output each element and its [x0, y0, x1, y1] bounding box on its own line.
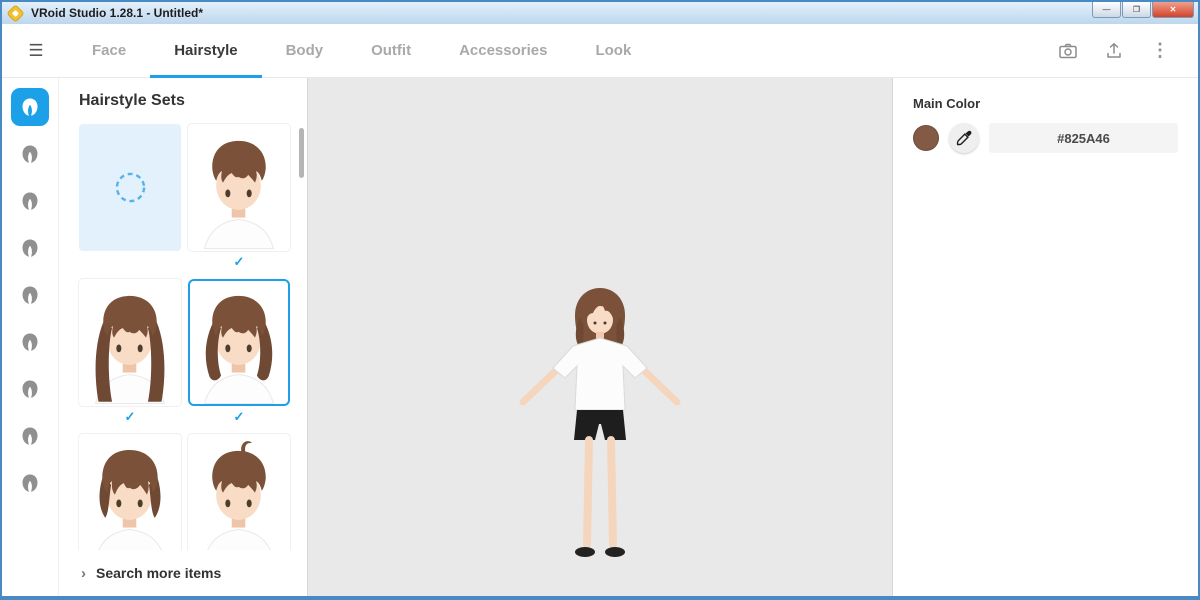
color-hex-field[interactable]: #825A46 — [989, 123, 1178, 153]
rail-item-4[interactable] — [11, 229, 49, 267]
rail-item-6[interactable] — [11, 323, 49, 361]
hairstyle-cell-long: ✓ — [79, 279, 181, 428]
hair-icon — [19, 425, 41, 447]
tab-face[interactable]: Face — [68, 24, 150, 77]
hairstyle-thumb-short[interactable] — [188, 124, 290, 251]
vroid-logo-icon — [8, 5, 24, 21]
color-panel: Main Color #825A46 — [892, 78, 1198, 596]
hairstyle-preview-image — [190, 126, 288, 249]
hair-icon — [19, 190, 41, 212]
tab-look[interactable]: Look — [571, 24, 655, 77]
app-window: VRoid Studio 1.28.1 - Untitled* — ❐ ✕ ☰ … — [0, 0, 1200, 600]
hair-icon — [19, 237, 41, 259]
hairstyle-thumb-wavy-selected[interactable] — [188, 279, 290, 406]
none-dashed-circle-icon — [81, 126, 179, 249]
rail-item-2[interactable] — [11, 135, 49, 173]
panel-title: Hairstyle Sets — [79, 92, 307, 110]
hair-icon — [19, 143, 41, 165]
hairstyle-checked-icon: ✓ — [234, 251, 245, 273]
minimize-button[interactable]: — — [1092, 2, 1121, 18]
hairstyle-preview-image — [190, 281, 288, 404]
model-viewport[interactable] — [308, 78, 892, 596]
rail-item-7[interactable] — [11, 370, 49, 408]
rail-item-8[interactable] — [11, 417, 49, 455]
main-area: Hairstyle Sets — [2, 78, 1198, 596]
search-more-label: Search more items — [96, 565, 221, 581]
chevron-right-icon: › — [81, 565, 86, 582]
hairstyle-cell-none — [79, 124, 181, 273]
hairstyle-preview-image — [81, 436, 179, 559]
rail-item-5[interactable] — [11, 276, 49, 314]
close-button[interactable]: ✕ — [1152, 2, 1194, 18]
tab-hairstyle[interactable]: Hairstyle — [150, 24, 261, 77]
title-bar: VRoid Studio 1.28.1 - Untitled* — ❐ ✕ — [2, 2, 1198, 24]
window-controls: — ❐ ✕ — [1092, 2, 1194, 18]
search-more-items-link[interactable]: › Search more items — [59, 550, 307, 596]
hairstyle-grid: ✓ — [79, 124, 307, 589]
hairstyle-cell-wavy: ✓ — [188, 279, 290, 428]
main-color-label: Main Color — [913, 96, 1178, 111]
hair-category-rail — [2, 78, 58, 596]
eyedropper-button[interactable] — [949, 123, 979, 153]
rail-item-9[interactable] — [11, 464, 49, 502]
more-menu-icon[interactable]: ⋮ — [1142, 33, 1178, 69]
rail-item-3[interactable] — [11, 182, 49, 220]
window-title: VRoid Studio 1.28.1 - Untitled* — [31, 6, 203, 20]
maximize-button[interactable]: ❐ — [1122, 2, 1151, 18]
menu-icon[interactable]: ☰ — [14, 24, 58, 77]
export-icon[interactable] — [1096, 33, 1132, 69]
panel-scrollbar[interactable] — [299, 128, 304, 178]
hairstyle-cell-short: ✓ — [188, 124, 290, 273]
hair-icon — [19, 96, 41, 118]
tab-bar: ☰ Face Hairstyle Body Outfit Accessories… — [2, 24, 1198, 78]
hairstyle-thumb-shaggy[interactable] — [79, 434, 181, 561]
hairstyle-checked-icon: ✓ — [234, 406, 245, 428]
hair-icon — [19, 472, 41, 494]
eyedropper-icon — [956, 130, 972, 146]
tab-body[interactable]: Body — [262, 24, 348, 77]
main-color-swatch[interactable] — [913, 125, 939, 151]
tab-outfit[interactable]: Outfit — [347, 24, 435, 77]
hairstyle-sets-panel: Hairstyle Sets — [58, 78, 308, 596]
toolbar: ⋮ — [1050, 24, 1186, 77]
hairstyle-checked-icon: ✓ — [125, 406, 136, 428]
tab-accessories[interactable]: Accessories — [435, 24, 571, 77]
hair-icon — [19, 378, 41, 400]
rail-item-hairstyle-sets[interactable] — [11, 88, 49, 126]
hair-icon — [19, 331, 41, 353]
hair-icon — [19, 284, 41, 306]
character-model — [495, 280, 705, 580]
hairstyle-preview-image — [190, 436, 288, 559]
main-color-row: #825A46 — [913, 123, 1178, 153]
hairstyle-thumb-ahoge[interactable] — [188, 434, 290, 561]
hairstyle-preview-image — [81, 281, 179, 404]
hairstyle-thumb-none[interactable] — [79, 124, 181, 251]
hairstyle-thumb-long[interactable] — [79, 279, 181, 406]
tab-list: Face Hairstyle Body Outfit Accessories L… — [68, 24, 655, 77]
camera-icon[interactable] — [1050, 33, 1086, 69]
